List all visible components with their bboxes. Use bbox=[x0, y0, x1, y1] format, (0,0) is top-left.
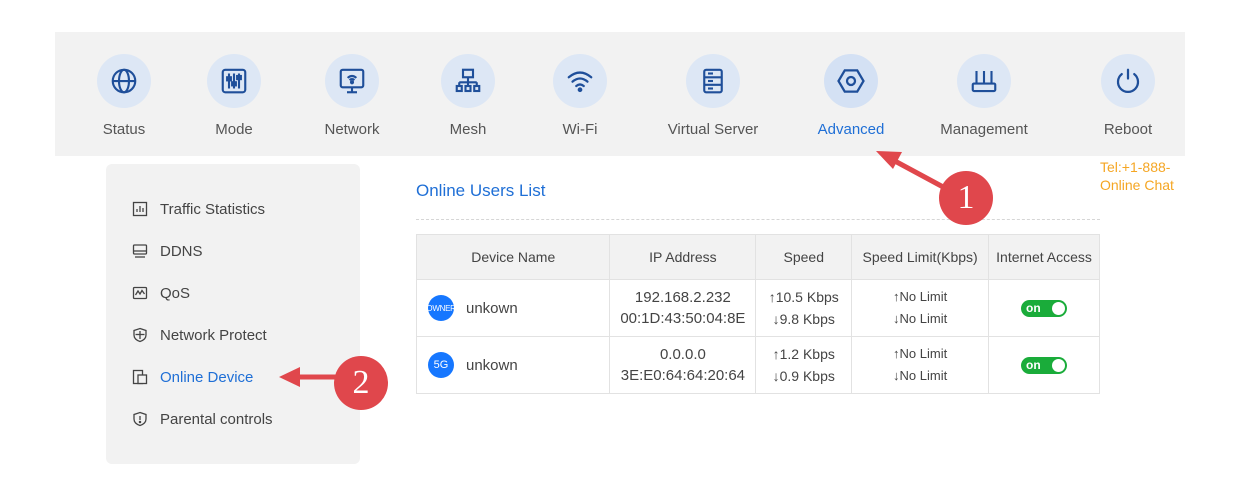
nav-item-virtual-server[interactable]: Virtual Server bbox=[658, 32, 768, 156]
download-speed: ↓0.9 Kbps bbox=[772, 368, 835, 384]
5g-badge: 5G bbox=[428, 352, 454, 378]
callout-arrow-1 bbox=[890, 157, 948, 191]
sidebar-item-label: Traffic Statistics bbox=[160, 200, 266, 218]
owner-badge: OWNER bbox=[426, 295, 456, 321]
column-header: Internet Access bbox=[988, 234, 1100, 280]
sidebar-item-label: Online Device bbox=[160, 368, 254, 386]
callout-badge-2: 2 bbox=[334, 356, 388, 410]
online-chat-link[interactable]: Online Chat bbox=[1100, 176, 1251, 194]
speed-limit-cell[interactable]: ↑No Limit ↓No Limit bbox=[851, 279, 990, 337]
wifi-icon bbox=[553, 54, 607, 108]
toggle-label: on bbox=[1026, 301, 1041, 315]
sidebar-item-label: QoS bbox=[160, 284, 191, 302]
column-header: IP Address bbox=[609, 234, 757, 280]
contact-info: Tel:+1-888- Online Chat bbox=[1100, 158, 1251, 194]
sidebar: Traffic Statistics DDNS QoS Network Prot… bbox=[106, 164, 360, 464]
hexagon-icon bbox=[824, 54, 878, 108]
nav-label: Management bbox=[940, 121, 1028, 138]
power-icon bbox=[1101, 54, 1155, 108]
nav-label: Virtual Server bbox=[667, 121, 759, 138]
toggle-knob bbox=[1052, 302, 1066, 315]
contact-tel: Tel:+1-888- bbox=[1100, 159, 1171, 175]
router-icon bbox=[957, 54, 1011, 108]
nav-item-reboot[interactable]: Reboot bbox=[1073, 32, 1183, 156]
upload-limit: ↑No Limit bbox=[893, 346, 948, 361]
shield-alert-icon bbox=[133, 411, 147, 427]
toggle-knob bbox=[1052, 359, 1066, 372]
sidebar-item-ddns[interactable]: DDNS bbox=[132, 239, 203, 263]
sliders-icon bbox=[207, 54, 261, 108]
ddns-icon bbox=[132, 244, 148, 258]
nav-item-network[interactable]: Network bbox=[297, 32, 407, 156]
ip-address-cell: 0.0.0.0 3E:E0:64:64:20:64 bbox=[609, 336, 757, 394]
device-name: unkown bbox=[466, 299, 518, 317]
toggle-label: on bbox=[1026, 358, 1041, 372]
sidebar-item-network-protect[interactable]: Network Protect bbox=[132, 323, 267, 347]
sidebar-item-label: DDNS bbox=[160, 242, 203, 260]
column-header: Speed bbox=[755, 234, 853, 280]
device-icon bbox=[132, 369, 148, 385]
nav-label: Network bbox=[324, 121, 380, 138]
nav-label: Mode bbox=[215, 121, 253, 138]
sidebar-item-label: Parental controls bbox=[160, 410, 273, 428]
download-limit: ↓No Limit bbox=[893, 368, 948, 383]
server-icon bbox=[686, 54, 740, 108]
monitor-icon bbox=[325, 54, 379, 108]
device-name: unkown bbox=[466, 356, 518, 374]
internet-access-cell: on bbox=[988, 336, 1100, 394]
download-speed: ↓9.8 Kbps bbox=[772, 311, 835, 327]
online-users-table: Device Name IP Address Speed Speed Limit… bbox=[415, 234, 1100, 394]
globe-icon bbox=[97, 54, 151, 108]
mesh-icon bbox=[441, 54, 495, 108]
speed-limit-cell[interactable]: ↑No Limit ↓No Limit bbox=[851, 336, 990, 394]
shield-plus-icon bbox=[133, 327, 147, 343]
nav-item-wifi[interactable]: Wi-Fi bbox=[525, 32, 635, 156]
nav-label: Status bbox=[102, 121, 146, 138]
device-name-cell: OWNER unkown bbox=[415, 279, 611, 337]
qos-icon bbox=[132, 286, 148, 300]
mac-address: 3E:E0:64:64:20:64 bbox=[620, 367, 746, 384]
sidebar-item-qos[interactable]: QoS bbox=[132, 281, 190, 305]
sidebar-item-label: Network Protect bbox=[160, 326, 267, 344]
upload-speed: ↑1.2 Kbps bbox=[772, 346, 835, 362]
table-row: OWNER unkown 192.168.2.232 00:1D:43:50:0… bbox=[415, 279, 1100, 337]
nav-label: Reboot bbox=[1103, 121, 1153, 138]
upload-limit: ↑No Limit bbox=[893, 289, 948, 304]
internet-access-cell: on bbox=[988, 279, 1100, 337]
internet-access-toggle[interactable]: on bbox=[1021, 357, 1068, 374]
nav-item-mode[interactable]: Mode bbox=[179, 32, 289, 156]
column-header: Device Name bbox=[415, 234, 611, 280]
ip-address-cell: 192.168.2.232 00:1D:43:50:04:8E bbox=[609, 279, 757, 337]
top-navigation: Status Mode Network Mesh Wi-Fi Virtual S… bbox=[55, 32, 1185, 156]
device-name-cell: 5G unkown bbox=[415, 336, 611, 394]
nav-label: Mesh bbox=[449, 121, 487, 138]
download-limit: ↓No Limit bbox=[893, 311, 948, 326]
sidebar-item-traffic-statistics[interactable]: Traffic Statistics bbox=[132, 197, 265, 221]
nav-item-advanced[interactable]: Advanced bbox=[796, 32, 906, 156]
sidebar-item-online-device[interactable]: Online Device bbox=[132, 365, 253, 389]
table-row: 5G unkown 0.0.0.0 3E:E0:64:64:20:64 ↑1.2… bbox=[415, 336, 1100, 394]
column-header: Speed Limit(Kbps) bbox=[851, 234, 990, 280]
internet-access-toggle[interactable]: on bbox=[1021, 300, 1068, 317]
bar-chart-icon bbox=[132, 201, 148, 217]
page-title: Online Users List bbox=[416, 181, 546, 200]
mac-address: 00:1D:43:50:04:8E bbox=[620, 310, 746, 327]
upload-speed: ↑10.5 Kbps bbox=[768, 289, 839, 305]
speed-cell: ↑1.2 Kbps ↓0.9 Kbps bbox=[755, 336, 853, 394]
nav-label: Wi-Fi bbox=[562, 121, 598, 138]
speed-cell: ↑10.5 Kbps ↓9.8 Kbps bbox=[755, 279, 853, 337]
title-divider bbox=[416, 219, 1100, 220]
nav-item-management[interactable]: Management bbox=[929, 32, 1039, 156]
ip-address: 192.168.2.232 bbox=[634, 289, 731, 306]
nav-item-status[interactable]: Status bbox=[69, 32, 179, 156]
table-header-row: Device Name IP Address Speed Speed Limit… bbox=[415, 234, 1100, 280]
ip-address: 0.0.0.0 bbox=[659, 346, 706, 363]
callout-badge-1: 1 bbox=[939, 171, 993, 225]
sidebar-item-parental-controls[interactable]: Parental controls bbox=[132, 407, 273, 431]
nav-item-mesh[interactable]: Mesh bbox=[413, 32, 523, 156]
nav-label: Advanced bbox=[817, 121, 885, 138]
